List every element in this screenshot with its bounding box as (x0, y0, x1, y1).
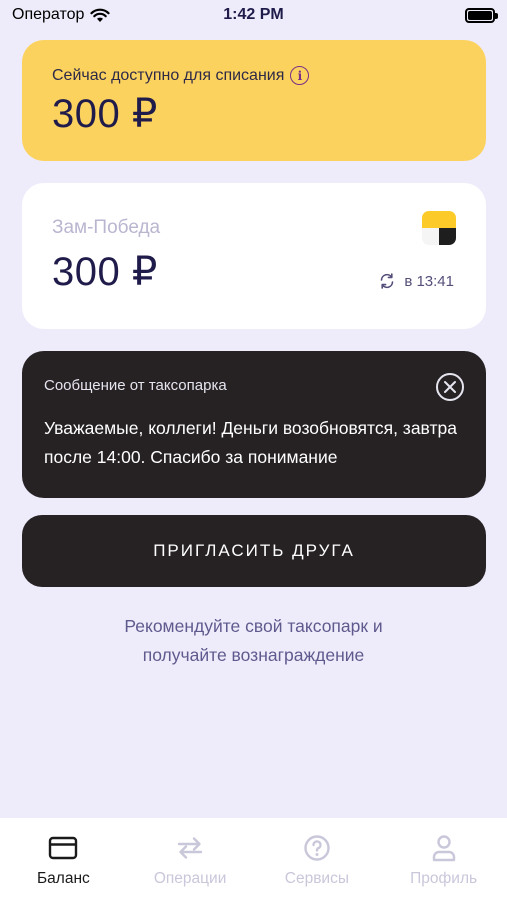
tab-services[interactable]: Сервисы (254, 818, 381, 900)
message-body: Уважаемые, коллеги! Деньги возобновятся,… (44, 418, 457, 467)
battery-icon (465, 7, 498, 23)
status-bar: Оператор (0, 0, 507, 30)
tab-operations-label: Операции (153, 870, 227, 887)
tab-balance[interactable]: Баланс (0, 818, 127, 900)
user-icon (432, 835, 455, 862)
recommend-text: Рекомендуйте свой таксопарк и получайте … (0, 612, 507, 670)
tab-profile[interactable]: Профиль (380, 818, 507, 900)
transfer-icon (177, 837, 203, 859)
park-name: Зам-Победа (52, 217, 161, 238)
info-icon[interactable]: i (290, 66, 310, 85)
sync-time: в 13:41 (404, 272, 454, 290)
available-balance-card: Сейчас доступно для списания i 300 ₽ (22, 40, 486, 161)
tab-bar: Баланс Операции Сервисы Профиль (0, 818, 507, 900)
park-balance-card[interactable]: Зам-Победа 300 ₽ в 13:41 (22, 183, 486, 329)
recommend-line-2: получайте вознаграждение (142, 645, 365, 665)
sync-status[interactable]: в 13:41 (378, 272, 454, 290)
park-message-card: Сообщение от таксопарка Уважаемые, колле… (22, 351, 486, 498)
message-title: Сообщение от таксопарка (44, 377, 227, 394)
tab-services-label: Сервисы (284, 870, 349, 887)
available-amount: 300 ₽ (52, 92, 158, 136)
close-glyph (444, 381, 456, 393)
tab-operations[interactable]: Операции (127, 818, 254, 900)
available-label-row: Сейчас доступно для списания i (52, 66, 456, 85)
available-label: Сейчас доступно для списания (52, 66, 285, 84)
tab-balance-label: Баланс (36, 870, 90, 887)
status-left: Оператор (12, 6, 111, 24)
close-icon[interactable] (436, 373, 464, 401)
yandex-pro-logo (422, 211, 456, 245)
invite-friend-button[interactable]: ПРИГЛАСИТЬ ДРУГА (22, 515, 486, 587)
carrier-name: Оператор (12, 6, 85, 23)
help-icon (304, 835, 330, 861)
recommend-line-1: Рекомендуйте свой таксопарк и (124, 616, 383, 636)
refresh-icon (381, 273, 394, 289)
card-icon (49, 836, 78, 860)
wifi-icon (90, 8, 111, 22)
tab-profile-label: Профиль (410, 870, 478, 887)
